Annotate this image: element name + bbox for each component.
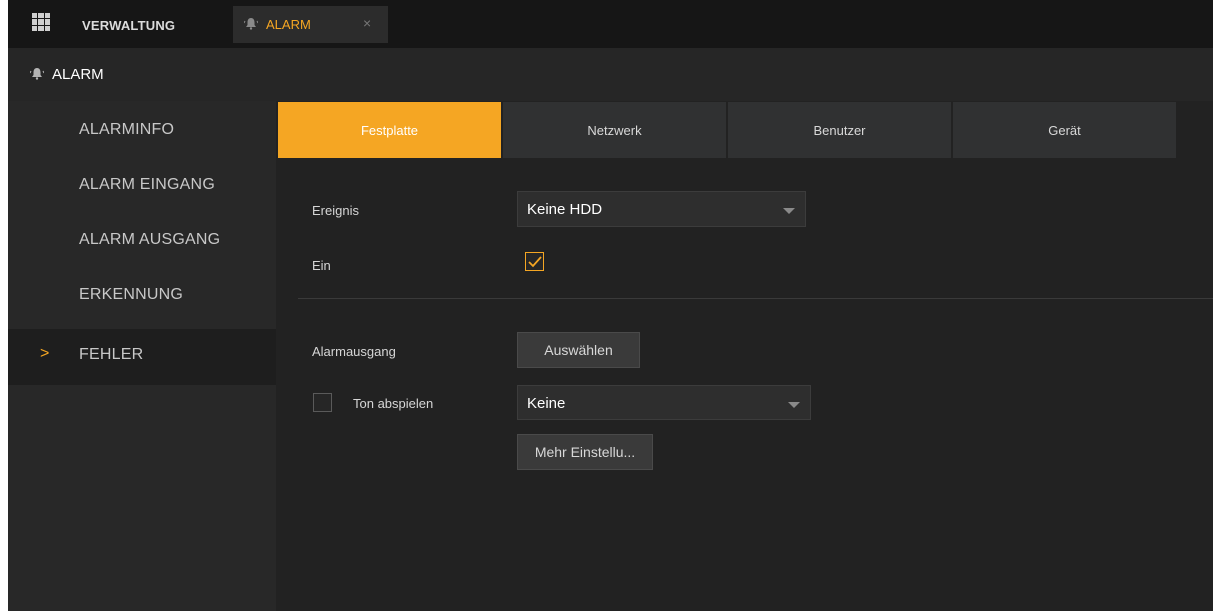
app-window: VERWALTUNG ALARM × ALARM ALARMINFO ALARM… — [8, 0, 1213, 611]
play-sound-label: Ton abspielen — [353, 396, 434, 411]
alarm-output-label: Alarmausgang — [312, 344, 396, 359]
close-icon[interactable]: × — [363, 15, 371, 31]
section-divider — [298, 298, 1213, 299]
event-label: Ereignis — [312, 203, 359, 218]
tab-netzwerk[interactable]: Netzwerk — [503, 102, 726, 158]
play-sound-checkbox[interactable] — [313, 393, 332, 412]
tab-festplatte[interactable]: Festplatte — [278, 102, 501, 158]
sound-select-value: Keine — [527, 395, 566, 412]
enable-label: Ein — [312, 258, 331, 273]
dropdown-caret-icon — [788, 402, 800, 408]
tab-benutzer[interactable]: Benutzer — [728, 102, 951, 158]
enable-checkbox[interactable] — [525, 252, 544, 271]
sidebar: ALARMINFO ALARM EINGANG ALARM AUSGANG ER… — [8, 101, 276, 611]
event-select[interactable]: Keine HDD — [517, 191, 806, 227]
tab-alarm[interactable]: ALARM × — [233, 6, 388, 43]
sidebar-item-label: ALARM EINGANG — [79, 176, 215, 193]
event-select-value: Keine HDD — [527, 201, 603, 218]
sidebar-item-erkennung[interactable]: ERKENNUNG — [8, 269, 276, 325]
select-button[interactable]: Auswählen — [517, 332, 640, 368]
app-title[interactable]: VERWALTUNG — [82, 18, 175, 33]
sidebar-item-alarm-ausgang[interactable]: ALARM AUSGANG — [8, 214, 276, 270]
checkmark-icon — [528, 256, 542, 268]
bell-icon — [243, 17, 259, 33]
more-settings-button[interactable]: Mehr Einstellu... — [517, 434, 653, 470]
sidebar-item-label: ALARMINFO — [79, 121, 175, 138]
chevron-right-icon: > — [40, 345, 50, 362]
sidebar-item-fehler[interactable]: > FEHLER — [8, 329, 276, 385]
bell-icon — [29, 67, 45, 83]
sidebar-item-label: FEHLER — [79, 346, 144, 363]
sidebar-item-label: ALARM AUSGANG — [79, 231, 221, 248]
section-header: ALARM — [8, 48, 1213, 101]
top-bar: VERWALTUNG ALARM × — [8, 0, 1213, 48]
apps-grid-icon[interactable] — [32, 13, 50, 31]
sidebar-item-label: ERKENNUNG — [79, 286, 184, 303]
section-title: ALARM — [52, 66, 104, 83]
sidebar-item-alarminfo[interactable]: ALARMINFO — [8, 104, 276, 160]
dropdown-caret-icon — [783, 208, 795, 214]
main-panel: Festplatte Netzwerk Benutzer Gerät Ereig… — [276, 101, 1213, 611]
tab-geraet[interactable]: Gerät — [953, 102, 1176, 158]
sidebar-item-alarm-eingang[interactable]: ALARM EINGANG — [8, 159, 276, 215]
tab-alarm-label: ALARM — [266, 17, 311, 32]
sound-select[interactable]: Keine — [517, 385, 811, 420]
tab-bar: Festplatte Netzwerk Benutzer Gerät — [276, 102, 1213, 158]
